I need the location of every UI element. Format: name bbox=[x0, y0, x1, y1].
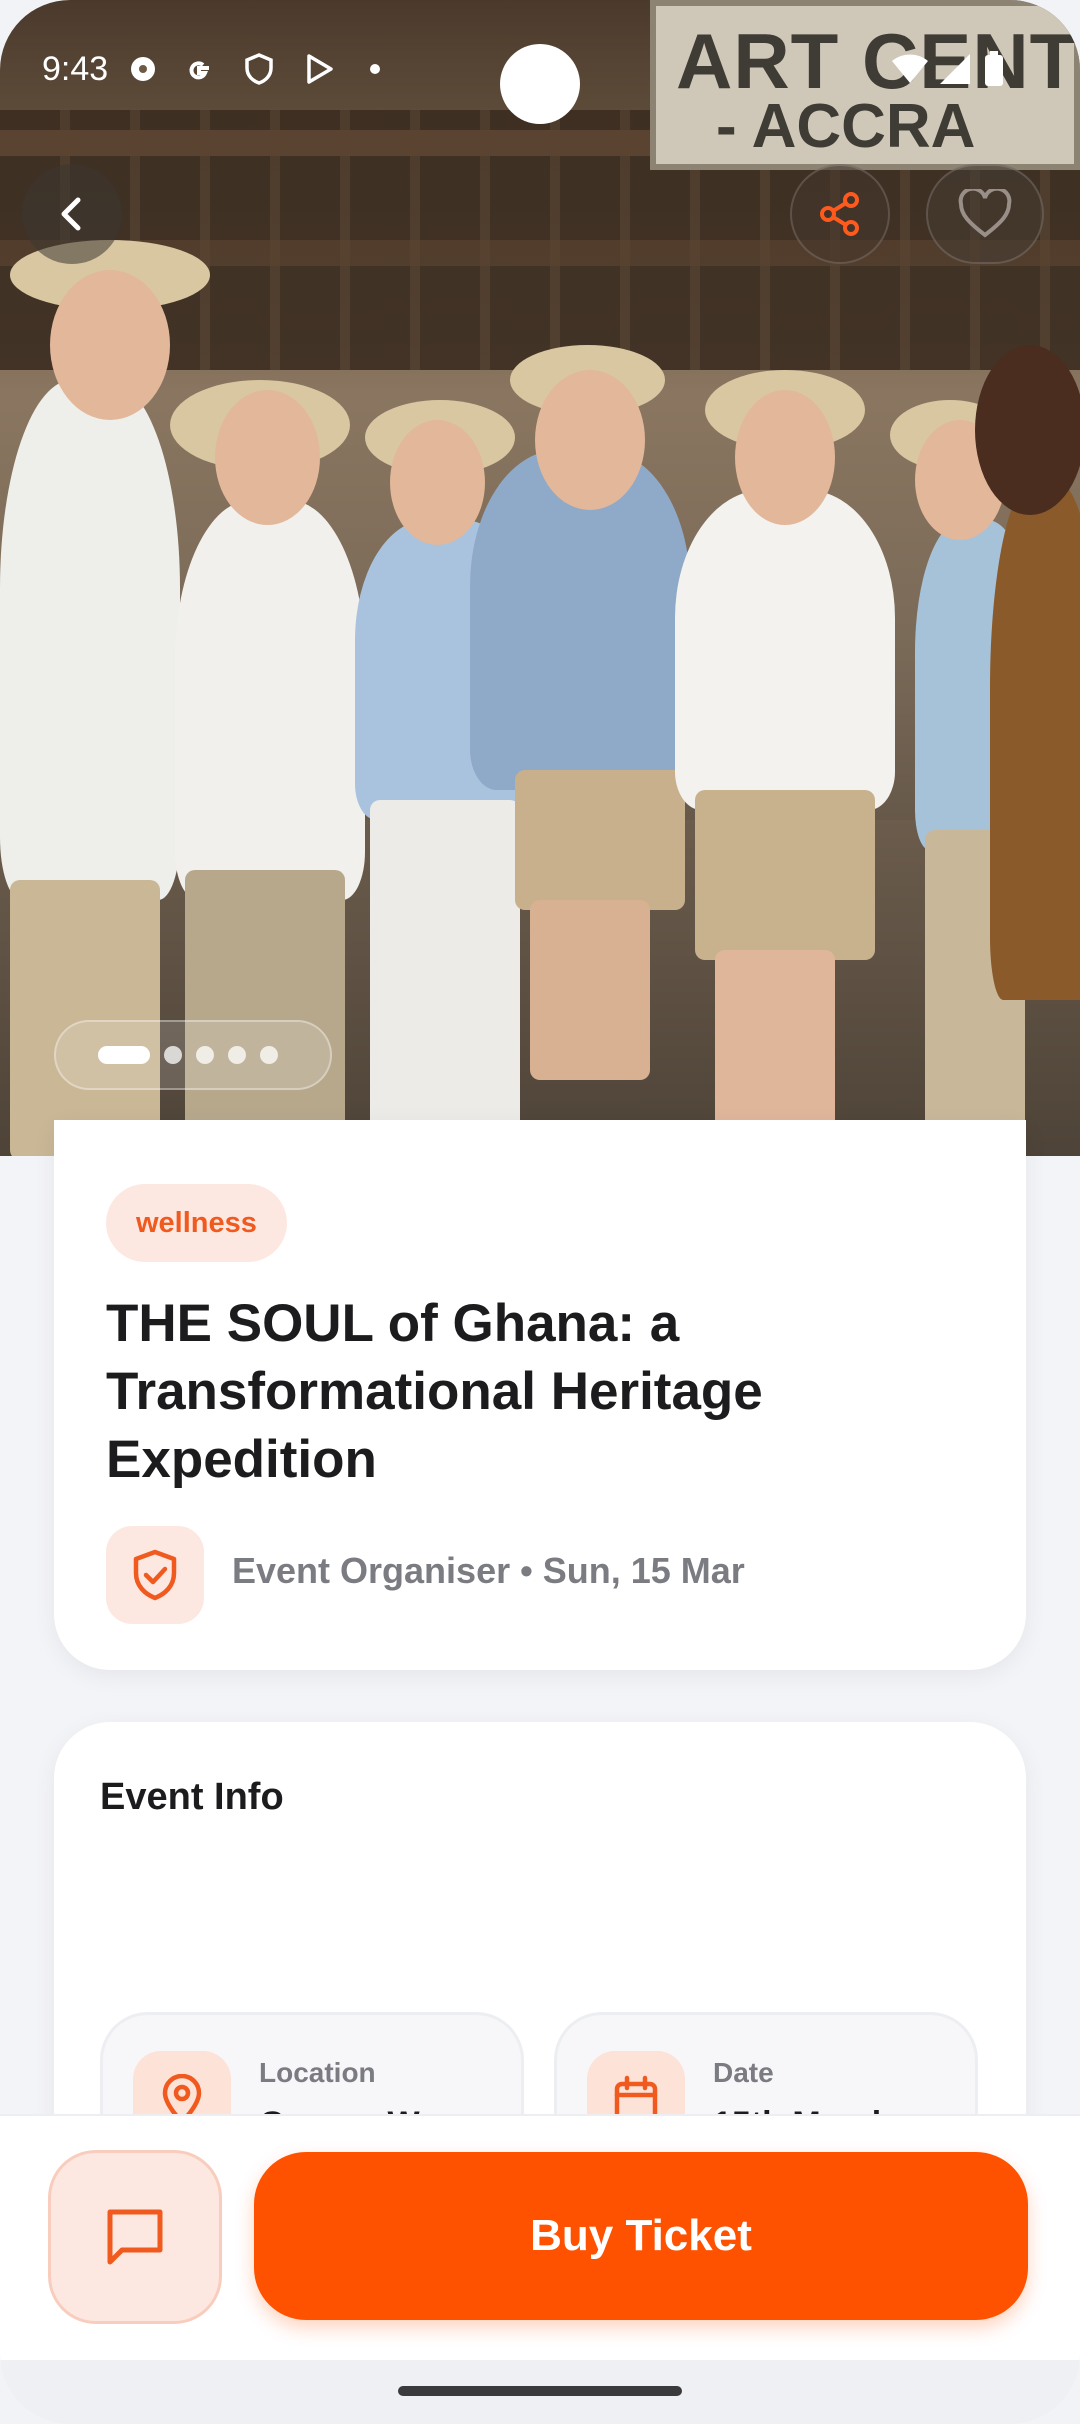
wifi-icon bbox=[890, 52, 930, 86]
category-badge[interactable]: wellness bbox=[106, 1184, 287, 1262]
share-button[interactable] bbox=[790, 164, 890, 264]
media-icon bbox=[126, 52, 160, 86]
back-button[interactable] bbox=[22, 164, 122, 264]
date-label: Date bbox=[713, 2057, 774, 2088]
verified-shield-icon bbox=[106, 1526, 204, 1624]
home-indicator[interactable] bbox=[398, 2386, 682, 2396]
heart-icon bbox=[958, 189, 1012, 238]
chevron-left-icon bbox=[61, 197, 81, 231]
share-icon bbox=[820, 192, 859, 236]
carousel-dot[interactable] bbox=[164, 1046, 182, 1064]
chat-button[interactable] bbox=[48, 2150, 222, 2324]
favorite-button[interactable] bbox=[926, 164, 1044, 264]
buy-ticket-button[interactable]: Buy Ticket bbox=[254, 2152, 1028, 2320]
carousel-dot[interactable] bbox=[228, 1046, 246, 1064]
google-icon bbox=[182, 52, 216, 86]
dot-icon bbox=[358, 52, 392, 86]
event-summary-card: wellness THE SOUL of Ghana: a Transforma… bbox=[54, 1120, 1026, 1670]
carousel-dot[interactable] bbox=[196, 1046, 214, 1064]
event-hero-image[interactable]: ART CENTR - ACCRA bbox=[0, 0, 1080, 1156]
play-store-icon bbox=[302, 52, 336, 86]
carousel-dot[interactable] bbox=[260, 1046, 278, 1064]
chat-bubble-icon bbox=[107, 2209, 163, 2265]
organiser-date-line[interactable]: Event Organiser • Sun, 15 Mar bbox=[232, 1550, 745, 1592]
signal-icon bbox=[938, 52, 972, 86]
screen: ART CENTR - ACCRA bbox=[0, 0, 1080, 2424]
image-carousel-indicator[interactable] bbox=[54, 1020, 332, 1090]
event-info-heading: Event Info bbox=[100, 1776, 284, 1818]
battery-icon bbox=[982, 51, 1006, 86]
event-title: THE SOUL of Ghana: a Transformational He… bbox=[106, 1294, 763, 1489]
shield-icon bbox=[242, 52, 276, 86]
front-camera bbox=[500, 44, 580, 124]
status-time: 9:43 bbox=[42, 50, 109, 88]
bottom-action-bar: Buy Ticket bbox=[0, 2114, 1080, 2364]
carousel-dot[interactable] bbox=[98, 1046, 150, 1064]
location-label: Location bbox=[259, 2057, 376, 2088]
